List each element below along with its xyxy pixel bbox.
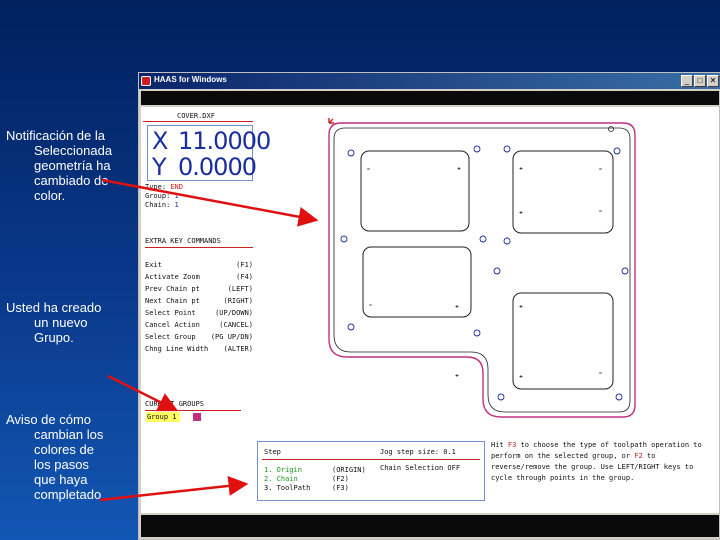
arrow-to-current-group <box>107 374 179 412</box>
arrow-to-outer-profile <box>101 178 319 227</box>
arrow-to-step-list <box>99 475 249 502</box>
callout-arrows <box>99 178 319 502</box>
